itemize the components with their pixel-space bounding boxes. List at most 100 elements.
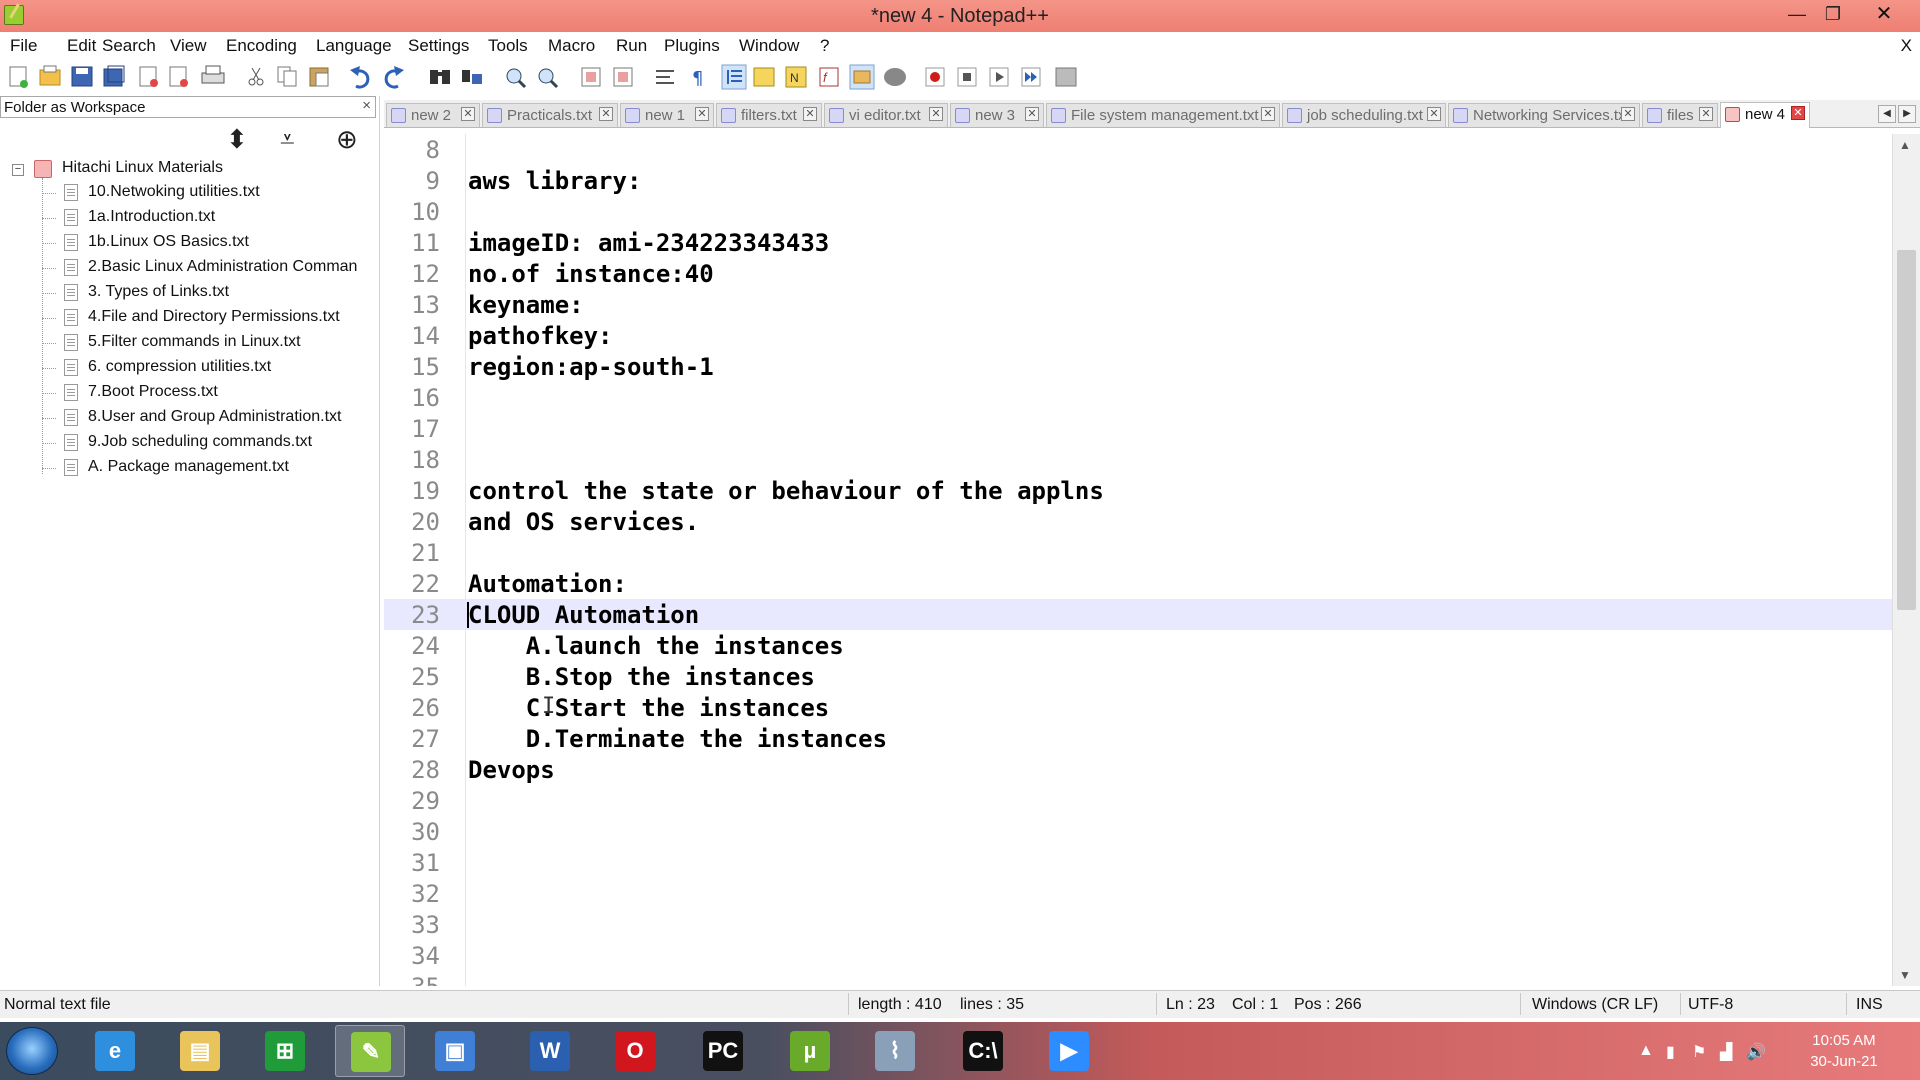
undo-icon[interactable] — [350, 66, 370, 89]
editor-line[interactable]: 27 D.Terminate the instances — [384, 723, 1894, 754]
editor-line[interactable]: 28 Devops — [384, 754, 1894, 785]
tree-file-item[interactable]: 1a.Introduction.txt — [42, 207, 382, 229]
zoom-out-icon[interactable] — [538, 68, 559, 89]
tab-close-icon[interactable]: ✕ — [803, 107, 817, 121]
menu-view[interactable]: View — [170, 36, 207, 56]
monitoring-icon[interactable] — [884, 68, 906, 86]
tab-filters[interactable]: filters.txt ✕ — [716, 103, 822, 127]
tab-close-icon[interactable]: ✕ — [1025, 107, 1039, 121]
editor-line[interactable]: 13 keyname: — [384, 289, 1894, 320]
menu-window[interactable]: Window — [739, 36, 799, 56]
save-macro-icon[interactable] — [1055, 67, 1077, 87]
taskbar-notepad-plus-plus[interactable]: ✎ — [335, 1025, 405, 1077]
minimize-button[interactable]: — — [1780, 0, 1814, 28]
taskbar-store[interactable]: ⊞ — [250, 1025, 320, 1077]
editor-line[interactable]: 16 — [384, 382, 1894, 413]
editor-line[interactable]: 33 — [384, 909, 1894, 940]
editor-line[interactable]: 25 B.Stop the instances — [384, 661, 1894, 692]
tree-file-item[interactable]: 6. compression utilities.txt — [42, 357, 382, 379]
tree-file-item[interactable]: 3. Types of Links.txt — [42, 282, 382, 304]
menu-plugins[interactable]: Plugins — [664, 36, 720, 56]
close-window-button[interactable]: ✕ — [1860, 0, 1908, 28]
tab-close-icon[interactable]: ✕ — [695, 107, 709, 121]
text-editor[interactable]: 8 9 aws library: 10 11 imageID: ami-234223343… — [384, 134, 1920, 986]
tab-new-2[interactable]: new 2 ✕ — [386, 103, 480, 127]
volume-icon[interactable]: 🔊 — [1746, 1042, 1766, 1062]
sync-vertical-icon[interactable] — [581, 67, 601, 87]
udl-icon[interactable] — [753, 67, 775, 87]
tab-scroll-right-icon[interactable]: ▶ — [1898, 105, 1916, 123]
tree-file-item[interactable]: 2.Basic Linux Administration Comman — [42, 257, 382, 279]
taskbar-virtualbox[interactable]: ▣ — [420, 1025, 490, 1077]
editor-line[interactable]: 21 — [384, 537, 1894, 568]
menu-language[interactable]: Language — [316, 36, 392, 56]
taskbar-internet-explorer[interactable]: e — [80, 1025, 150, 1077]
taskbar-command-prompt[interactable]: C:\ — [948, 1025, 1018, 1077]
doc-map-icon[interactable]: N — [785, 66, 807, 88]
collapse-all-icon[interactable]: ⬍ — [226, 124, 248, 155]
menu-run[interactable]: Run — [616, 36, 647, 56]
editor-line[interactable]: 26 C.Start the instances — [384, 692, 1894, 723]
menu-encoding[interactable]: Encoding — [226, 36, 297, 56]
tab-job-scheduling[interactable]: job scheduling.txt ✕ — [1282, 103, 1446, 127]
menu-macro[interactable]: Macro — [548, 36, 595, 56]
tab-files[interactable]: files ✕ — [1642, 103, 1718, 127]
save-icon[interactable] — [71, 66, 93, 87]
locate-current-file-icon[interactable]: ⊕ — [336, 124, 358, 155]
editor-line[interactable]: 9 aws library: — [384, 165, 1894, 196]
tab-close-icon[interactable]: ✕ — [1261, 107, 1275, 121]
editor-line[interactable]: 10 — [384, 196, 1894, 227]
tree-collapse-icon[interactable]: − — [12, 164, 24, 176]
tree-file-item[interactable]: 5.Filter commands in Linux.txt — [42, 332, 382, 354]
tree-file-item[interactable]: 8.User and Group Administration.txt — [42, 407, 382, 429]
show-all-chars-icon[interactable]: ¶ — [692, 68, 703, 89]
tree-file-item[interactable]: 7.Boot Process.txt — [42, 382, 382, 404]
editor-line[interactable]: 20 and OS services. — [384, 506, 1894, 537]
scroll-down-icon[interactable]: ▼ — [1899, 968, 1911, 982]
editor-line[interactable]: 11 imageID: ami-234223343433 — [384, 227, 1894, 258]
editor-line[interactable]: 15 region:ap-south-1 — [384, 351, 1894, 382]
menu-search[interactable]: Search — [102, 36, 156, 56]
tab-close-icon[interactable]: ✕ — [1791, 106, 1805, 120]
tree-file-item[interactable]: 9.Job scheduling commands.txt — [42, 432, 382, 454]
menu-file[interactable]: File — [10, 36, 37, 56]
tab-close-icon[interactable]: ✕ — [1427, 107, 1441, 121]
zoom-in-icon[interactable] — [506, 68, 527, 89]
word-wrap-icon[interactable] — [656, 70, 674, 84]
folder-workspace-icon[interactable] — [849, 64, 875, 90]
editor-line[interactable]: 17 — [384, 413, 1894, 444]
editor-line[interactable]: 8 — [384, 134, 1894, 165]
tab-file-system-management[interactable]: File system management.txt ✕ — [1046, 103, 1280, 127]
editor-line[interactable]: 29 — [384, 785, 1894, 816]
tab-close-icon[interactable]: ✕ — [929, 107, 943, 121]
redo-icon[interactable] — [384, 66, 404, 89]
editor-line[interactable]: 18 — [384, 444, 1894, 475]
taskbar-system-monitor[interactable]: ⌇ — [860, 1025, 930, 1077]
tab-close-icon[interactable]: ✕ — [1621, 107, 1635, 121]
tree-file-item[interactable]: A. Package management.txt — [42, 457, 382, 479]
taskbar-file-explorer[interactable]: ▤ — [165, 1025, 235, 1077]
network-icon[interactable]: ▟ — [1720, 1042, 1732, 1062]
tab-new-4[interactable]: new 4 ✕ — [1720, 102, 1810, 128]
scroll-up-icon[interactable]: ▲ — [1899, 138, 1911, 152]
tree-file-item[interactable]: 1b.Linux OS Basics.txt — [42, 232, 382, 254]
cut-icon[interactable] — [248, 67, 264, 86]
editor-line[interactable]: 30 — [384, 816, 1894, 847]
taskbar-utorrent[interactable]: µ — [775, 1025, 845, 1077]
indent-guide-icon[interactable] — [721, 64, 747, 90]
editor-line[interactable]: 34 — [384, 940, 1894, 971]
battery-icon[interactable]: ▮ — [1666, 1042, 1675, 1062]
editor-line[interactable]: 24 A.launch the instances — [384, 630, 1894, 661]
taskbar-pycharm[interactable]: PC — [688, 1025, 758, 1077]
print-icon[interactable] — [201, 65, 225, 84]
start-button[interactable] — [6, 1027, 58, 1075]
run-macro-multiple-icon[interactable] — [1021, 67, 1041, 87]
replace-icon[interactable] — [462, 70, 482, 84]
tree-file-item[interactable]: 10.Netwoking utilities.txt — [42, 182, 382, 204]
show-hidden-icons-icon[interactable]: ▲ — [1638, 1042, 1654, 1060]
taskbar-word[interactable]: W — [515, 1025, 585, 1077]
record-macro-icon[interactable] — [925, 67, 945, 87]
expand-all-icon[interactable]: ⩡ — [280, 124, 295, 156]
sync-horizontal-icon[interactable] — [613, 67, 633, 87]
clock[interactable]: 10:05 AM 30-Jun-21 — [1784, 1030, 1904, 1072]
